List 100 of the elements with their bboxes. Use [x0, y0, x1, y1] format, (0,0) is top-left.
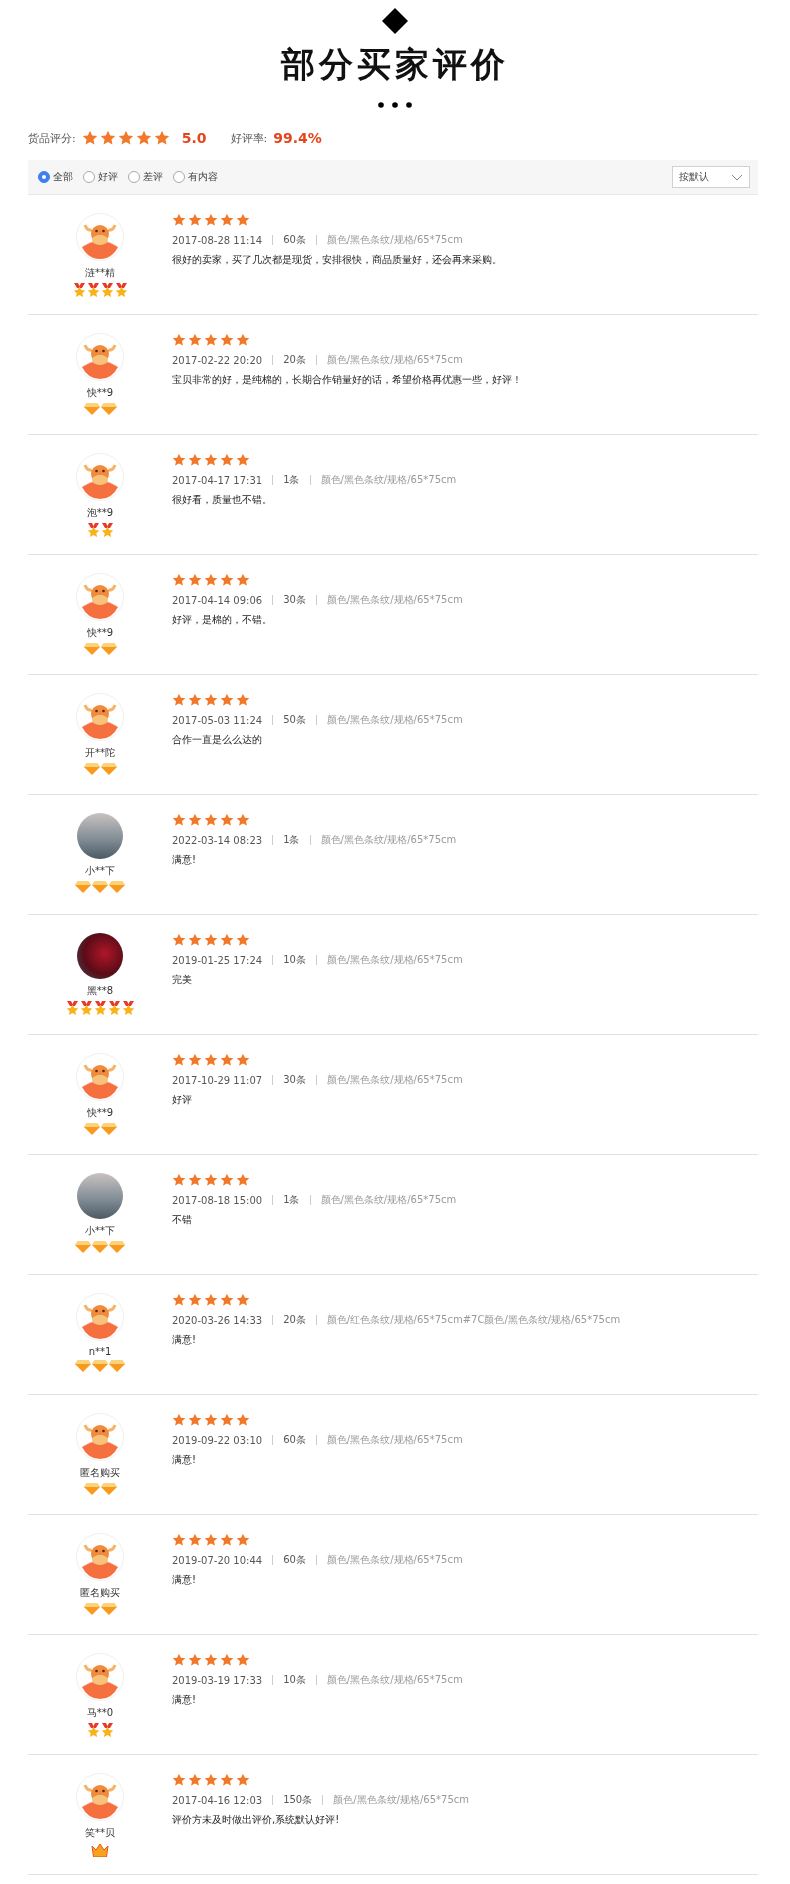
review-sku: 颜色/黑色条纹/规格/65*75cm — [326, 1553, 463, 1567]
reviewer-name: 快**9 — [86, 386, 114, 400]
star-icon — [188, 1773, 202, 1787]
filter-radio[interactable]: 差评 — [128, 170, 163, 184]
star-icon — [172, 693, 186, 707]
review-text: 满意! — [172, 1333, 197, 1347]
star-icon — [236, 1653, 250, 1667]
medal-icon — [100, 1723, 114, 1737]
radio-icon[interactable] — [173, 171, 185, 183]
star-icon — [204, 693, 218, 707]
reviewer-name: 快**9 — [86, 626, 114, 640]
diamond-icon — [83, 403, 100, 415]
medal-icon — [114, 283, 128, 297]
photo-placeholder — [77, 813, 123, 859]
review-quantity: 60条 — [283, 233, 306, 247]
star-icon — [220, 453, 234, 467]
star-icon — [204, 213, 218, 227]
review-sku: 颜色/黑色条纹/规格/65*75cm — [326, 1673, 463, 1687]
review-sku: 颜色/黑色条纹/规格/65*75cm — [320, 1193, 457, 1207]
review-date: 2017-04-16 12:03 — [172, 1794, 263, 1806]
star-icon — [236, 1173, 250, 1187]
star-icon — [220, 213, 234, 227]
diamond-icon — [75, 1241, 91, 1253]
star-icon — [220, 1173, 234, 1187]
radio-icon[interactable] — [83, 171, 95, 183]
sort-value: 按默认 — [679, 170, 709, 184]
star-icon — [220, 693, 234, 707]
star-icon — [236, 1533, 250, 1547]
star-icon — [220, 933, 234, 947]
review-sku: 颜色/黑色条纹/规格/65*75cm — [326, 1073, 463, 1087]
reviewer-name: 小**下 — [85, 864, 115, 878]
diamond-icon — [92, 1360, 108, 1372]
rate-label: 好评率: — [230, 130, 268, 146]
star-icon — [204, 933, 218, 947]
medal-icon — [72, 283, 86, 297]
reviewer-name: 匿名购买 — [80, 1586, 120, 1600]
filter-radio[interactable]: 好评 — [83, 170, 118, 184]
diamond-icon — [100, 1123, 117, 1135]
review-date: 2017-08-18 15:00 — [172, 1194, 263, 1206]
score-label: 货品评分: — [28, 130, 76, 146]
star-icon — [188, 1173, 202, 1187]
review-quantity: 50条 — [283, 713, 306, 727]
medal-icon — [86, 523, 100, 537]
star-icon — [236, 1293, 250, 1307]
review-sku: 颜色/黑色条纹/规格/65*75cm — [326, 953, 463, 967]
radio-icon[interactable] — [128, 171, 140, 183]
review-text: 满意! — [172, 853, 197, 867]
star-icon — [236, 933, 250, 947]
radio-icon[interactable] — [38, 171, 50, 183]
review-quantity: 30条 — [283, 593, 306, 607]
star-icon — [220, 813, 234, 827]
star-icon — [236, 813, 250, 827]
chevron-down-icon — [731, 173, 743, 181]
filter-radio[interactable]: 全部 — [38, 170, 73, 184]
medal-icon — [121, 1001, 135, 1015]
star-icon — [188, 213, 202, 227]
star-icon — [236, 213, 250, 227]
review-sku: 颜色/黑色条纹/规格/65*75cm — [320, 473, 457, 487]
diamond-icon — [100, 1603, 117, 1615]
diamond-icon — [100, 1483, 117, 1495]
diamond-icon — [83, 1483, 100, 1495]
cow-avatar — [76, 1533, 124, 1581]
star-icon — [204, 1653, 218, 1667]
diamond-icon — [83, 763, 100, 775]
sort-dropdown[interactable]: 按默认 — [672, 166, 750, 188]
review-quantity: 60条 — [283, 1433, 306, 1447]
crown-icon — [91, 1843, 109, 1857]
star-icon — [188, 333, 202, 347]
star-icon — [204, 1293, 218, 1307]
medal-icon — [86, 1723, 100, 1737]
reviewer-name: 涟**精 — [85, 266, 115, 280]
reviewer-name: 马**0 — [86, 1706, 114, 1720]
medal-icon — [79, 1001, 93, 1015]
photo-placeholder — [77, 1173, 123, 1219]
diamond-icon — [83, 1603, 100, 1615]
review-text: 不错 — [172, 1213, 193, 1227]
star-icon — [172, 1533, 186, 1547]
diamond-icon — [92, 1241, 108, 1253]
review-date: 2020-03-26 14:33 — [172, 1314, 263, 1326]
star-icon — [172, 213, 186, 227]
star-icon — [236, 1413, 250, 1427]
review-quantity: 60条 — [283, 1553, 306, 1567]
review-date: 2019-03-19 17:33 — [172, 1674, 263, 1686]
cow-avatar — [76, 1293, 124, 1341]
review-text: 很好的卖家，买了几次都是现货，安排很快，商品质量好，还会再来采购。 — [172, 253, 502, 267]
review-text: 好评，是棉的，不错。 — [172, 613, 273, 627]
review-text: 很好看，质量也不错。 — [172, 493, 273, 507]
star-icon — [81, 130, 98, 146]
star-icon — [188, 933, 202, 947]
star-icon — [188, 1653, 202, 1667]
medal-icon — [86, 283, 100, 297]
review-quantity: 1条 — [283, 833, 300, 847]
cow-avatar — [76, 693, 124, 741]
review-sku: 颜色/黑色条纹/规格/65*75cm — [326, 353, 463, 367]
reviewer-name: n**1 — [88, 1346, 112, 1357]
cow-avatar — [76, 333, 124, 381]
star-icon — [188, 1293, 202, 1307]
star-icon — [117, 130, 134, 146]
star-icon — [188, 1053, 202, 1067]
filter-radio[interactable]: 有内容 — [173, 170, 218, 184]
